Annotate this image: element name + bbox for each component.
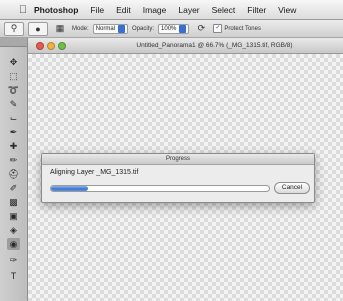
crop-tool-icon[interactable]: ⌙: [7, 112, 20, 124]
zoom-window-icon[interactable]: [58, 41, 66, 50]
protect-tones-label: Protect Tones: [224, 25, 261, 32]
healing-brush-tool-icon[interactable]: ✚: [7, 140, 20, 152]
history-brush-tool-icon[interactable]: ✐: [7, 182, 20, 194]
minimize-window-icon[interactable]: [47, 41, 55, 50]
blur-tool-icon[interactable]: ◈: [7, 224, 20, 236]
progress-dialog: Progress Aligning Layer _MG_1315.tif Can…: [41, 153, 315, 203]
mode-value: Normal: [95, 25, 116, 32]
mode-label: Mode:: [72, 25, 89, 32]
menu-image[interactable]: Image: [143, 5, 167, 15]
opacity-label: Opacity:: [132, 25, 155, 32]
menu-filter[interactable]: Filter: [247, 5, 266, 15]
opacity-value: 100%: [161, 25, 177, 32]
chevron-down-icon: [118, 24, 126, 33]
pressure-opacity-icon[interactable]: ⟳: [193, 23, 209, 35]
progress-dialog-title: Progress: [42, 154, 314, 165]
protect-tones-checkbox[interactable]: ✓ Protect Tones: [213, 24, 261, 33]
progress-message: Aligning Layer _MG_1315.tif: [50, 169, 139, 176]
tools-panel-header[interactable]: [0, 38, 27, 47]
tools-panel: ✥ ⬚ ➰ ✎ ⌙ ✒ ✚ ✏ ⛑ ✐ ▩ ▣ ◈ ◉ ✑ T: [0, 38, 28, 301]
progress-bar-fill: [51, 186, 89, 191]
move-tool-icon[interactable]: ✥: [7, 56, 20, 68]
opacity-field[interactable]: 100%: [158, 23, 190, 34]
checkmark-icon: ✓: [213, 24, 223, 33]
eraser-tool-icon[interactable]: ▩: [7, 196, 20, 208]
eyedropper-tool-icon[interactable]: ✒: [7, 126, 20, 138]
brush-tool-icon[interactable]: ✏: [7, 154, 20, 166]
window-controls: [36, 41, 66, 50]
options-bar: ⚲ ● ▦ Mode: Normal Opacity: 100% ⟳ ✓ Pro…: [0, 20, 343, 38]
menu-file[interactable]: File: [90, 5, 104, 15]
brush-preset-picker-icon[interactable]: ●: [28, 21, 48, 36]
gradient-tool-icon[interactable]: ▣: [7, 210, 20, 222]
cancel-button[interactable]: Cancel: [274, 182, 310, 194]
document-title: Untitled_Panorama1 @ 66.7% (_MG_1315.tif…: [136, 42, 293, 49]
pen-tool-icon[interactable]: ✑: [7, 254, 20, 266]
type-tool-icon[interactable]: T: [7, 270, 20, 282]
menu-edit[interactable]: Edit: [116, 5, 131, 15]
menu-select[interactable]: Select: [212, 5, 236, 15]
menu-photoshop[interactable]: Photoshop: [34, 5, 78, 15]
apple-logo-icon[interactable]: : [16, 4, 30, 16]
progress-bar: [50, 185, 270, 192]
document-title-bar: Untitled_Panorama1 @ 66.7% (_MG_1315.tif…: [28, 38, 343, 54]
lasso-tool-icon[interactable]: ➰: [7, 84, 20, 96]
menu-view[interactable]: View: [278, 5, 296, 15]
chevron-down-icon: [179, 24, 187, 33]
mode-select[interactable]: Normal: [92, 23, 129, 34]
close-window-icon[interactable]: [36, 41, 44, 50]
dodge-tool-icon[interactable]: ◉: [7, 238, 20, 250]
quick-selection-tool-icon[interactable]: ✎: [7, 98, 20, 110]
tool-preset-picker-icon[interactable]: ⚲: [4, 21, 24, 36]
menu-bar:  Photoshop File Edit Image Layer Select…: [0, 0, 343, 20]
brush-panel-icon[interactable]: ▦: [52, 23, 68, 35]
marquee-tool-icon[interactable]: ⬚: [7, 70, 20, 82]
menu-layer[interactable]: Layer: [178, 5, 199, 15]
clone-stamp-tool-icon[interactable]: ⛑: [7, 168, 20, 180]
